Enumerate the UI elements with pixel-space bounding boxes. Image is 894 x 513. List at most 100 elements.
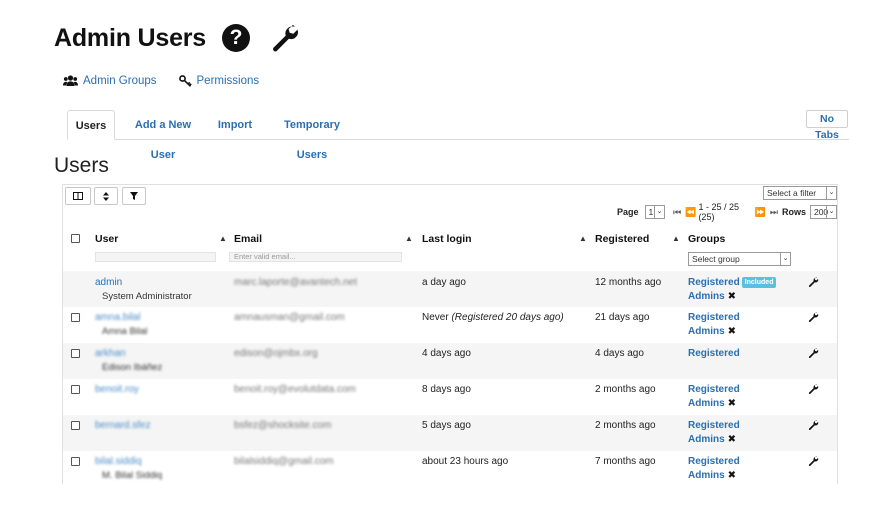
next-page-icon[interactable]: ⏩ <box>755 207 766 218</box>
wrench-icon[interactable] <box>807 383 819 395</box>
group-link-registered[interactable]: Registered <box>688 456 740 467</box>
group-name: Admins <box>688 291 725 302</box>
row-checkbox[interactable] <box>71 349 80 358</box>
user-email: benoit.roy@evolutdata.com <box>234 384 356 395</box>
group-link-admins[interactable]: Admins ✖ <box>688 398 736 409</box>
sort-button[interactable] <box>94 187 118 205</box>
registered: 21 days ago <box>595 312 650 323</box>
column-header-last-login[interactable]: Last login <box>422 233 472 245</box>
user-filter-input[interactable] <box>95 252 216 262</box>
username-link[interactable]: admin <box>95 277 122 288</box>
group-link-admins[interactable]: Admins ✖ <box>688 326 736 337</box>
column-header-email[interactable]: Email <box>234 233 262 245</box>
prev-page-icon[interactable]: ⏪ <box>685 207 696 218</box>
user-email: marc.laporte@avantech.net <box>234 277 357 288</box>
sort-asc-icon[interactable]: ▲ <box>219 234 227 243</box>
user-email: bsfez@shocksite.com <box>234 420 332 431</box>
filter-select[interactable]: Select a filter ⌄ <box>763 186 837 200</box>
no-tabs-button[interactable]: No Tabs <box>806 110 848 141</box>
registered: 7 months ago <box>595 456 656 467</box>
user-email: amnausman@gmail.com <box>234 312 345 323</box>
filter-icon <box>130 192 138 200</box>
user-email: bilalsiddiq@gmail.com <box>234 456 334 467</box>
remove-group-icon[interactable]: ✖ <box>728 398 736 409</box>
users-icon <box>63 75 78 86</box>
wrench-icon[interactable] <box>807 347 819 359</box>
last-login: 8 days ago <box>422 384 471 395</box>
tabs-bar: Users Add a New User Import Temporary Us… <box>67 110 849 161</box>
username-link[interactable]: benoit.roy <box>95 384 139 395</box>
group-link-registered[interactable]: Registered <box>688 348 740 359</box>
row-checkbox[interactable] <box>71 313 80 322</box>
last-login-value: Never <box>422 312 449 323</box>
permissions-link[interactable]: Permissions <box>178 75 259 87</box>
wrench-icon[interactable] <box>807 311 819 323</box>
sort-icon[interactable]: ▲︎ <box>405 234 413 243</box>
wrench-icon[interactable] <box>807 276 819 288</box>
filter-select-value: Select a filter <box>767 188 817 198</box>
group-link-admins[interactable]: Admins ✖ <box>688 470 736 481</box>
remove-group-icon[interactable]: ✖ <box>728 326 736 337</box>
group-link-registered[interactable]: Registered <box>688 312 740 323</box>
user-email: edison@ojmbx.org <box>234 348 318 359</box>
group-link-registered[interactable]: Registered Included <box>688 277 777 288</box>
chevron-down-icon: ⌄ <box>826 206 836 218</box>
chevron-down-icon: ⌄ <box>826 187 836 199</box>
group-link-admins[interactable]: Admins ✖ <box>688 434 736 445</box>
page-title: Admin Users <box>54 23 207 52</box>
username-link[interactable]: bilal.siddiq <box>95 456 142 467</box>
tab-import[interactable]: Import <box>215 110 255 140</box>
column-header-user[interactable]: User <box>95 233 118 245</box>
group-name: Registered <box>688 277 740 288</box>
last-login-note: (Registered 20 days ago) <box>451 312 564 323</box>
key-icon <box>178 75 192 87</box>
username-link[interactable]: amna.bilal <box>95 312 141 323</box>
tab-users[interactable]: Users <box>67 110 115 140</box>
registered: 2 months ago <box>595 384 656 395</box>
registered: 4 days ago <box>595 348 644 359</box>
user-fullname: Amna Bilal <box>102 326 148 337</box>
last-login: 4 days ago <box>422 348 471 359</box>
last-login: Never (Registered 20 days ago) <box>422 312 564 323</box>
remove-group-icon[interactable]: ✖ <box>728 470 736 481</box>
row-checkbox[interactable] <box>71 457 80 466</box>
sort-icon <box>103 191 109 201</box>
table-row: bernard.sfez bsfez@shocksite.com 5 days … <box>63 415 837 451</box>
group-link-registered[interactable]: Registered <box>688 384 740 395</box>
remove-group-icon[interactable]: ✖ <box>728 291 736 302</box>
group-filter-select[interactable]: Select group ⌄ <box>688 252 791 266</box>
tab-temporary-users[interactable]: Temporary Users <box>271 110 353 161</box>
filter-button[interactable] <box>122 187 146 205</box>
chevron-down-icon: ⌄ <box>654 206 664 218</box>
select-all-checkbox[interactable] <box>71 234 80 243</box>
row-checkbox[interactable] <box>71 421 80 430</box>
sort-icon[interactable]: ▲ <box>579 234 587 243</box>
help-icon[interactable]: ? <box>222 24 251 52</box>
wrench-icon[interactable] <box>268 22 300 54</box>
wrench-icon[interactable] <box>807 419 819 431</box>
column-toggle-button[interactable] <box>65 187 91 205</box>
username-link[interactable]: arkhan <box>95 348 126 359</box>
row-checkbox[interactable] <box>71 385 80 394</box>
group-name: Admins <box>688 470 725 481</box>
chevron-down-icon: ⌄ <box>780 253 790 265</box>
wrench-icon[interactable] <box>807 455 819 467</box>
group-link-admins[interactable]: Admins ✖ <box>688 291 736 302</box>
last-page-icon[interactable]: ⏭ <box>770 207 778 218</box>
tab-add-new-user[interactable]: Add a New User <box>123 110 203 161</box>
section-title: Users <box>54 154 109 177</box>
column-header-registered[interactable]: Registered <box>595 233 649 245</box>
remove-group-icon[interactable]: ✖ <box>728 434 736 445</box>
sort-icon[interactable]: ▲ <box>672 234 680 243</box>
admin-groups-link[interactable]: Admin Groups <box>63 75 157 87</box>
page-select[interactable]: 1 ⌄ <box>644 205 666 219</box>
group-link-registered[interactable]: Registered <box>688 420 740 431</box>
group-filter-value: Select group <box>692 254 740 264</box>
column-header-groups[interactable]: Groups <box>688 233 725 245</box>
rows-select[interactable]: 200 ⌄ <box>809 205 837 219</box>
first-page-icon[interactable]: ⏮ <box>673 207 681 218</box>
username-link[interactable]: bernard.sfez <box>95 420 151 431</box>
email-filter-input[interactable]: Enter valid email... <box>229 252 402 262</box>
subnav: Admin Groups Permissions <box>63 75 281 87</box>
table-row: benoit.roy benoit.roy@evolutdata.com 8 d… <box>63 379 837 415</box>
